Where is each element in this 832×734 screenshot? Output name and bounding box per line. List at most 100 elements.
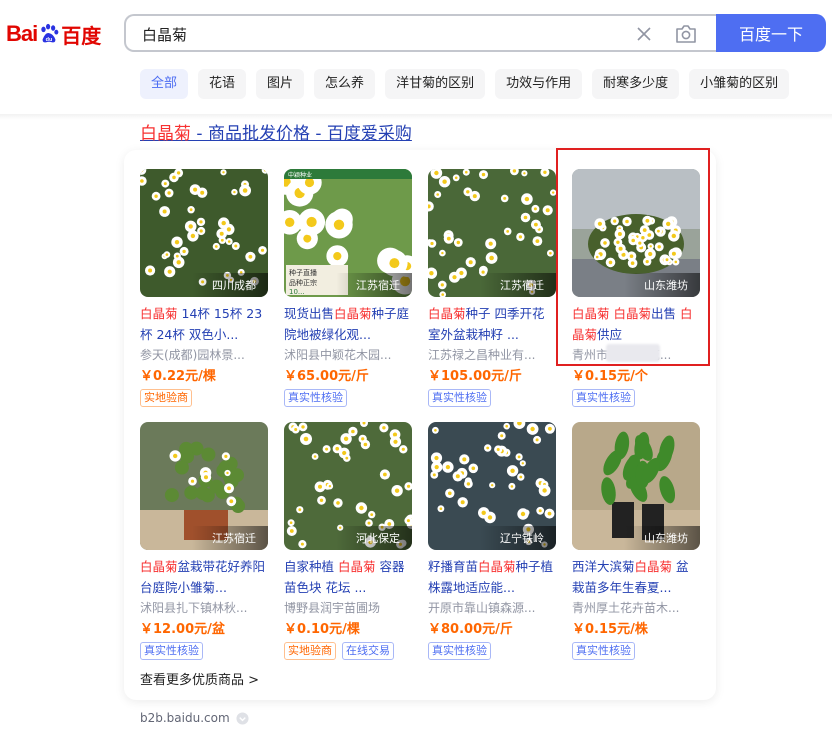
product-shop[interactable]: 博野县润宇苗圃场 — [284, 598, 412, 619]
product-name-text: 西洋大滨菊 — [572, 559, 635, 574]
product-price: ￥12.00元/盆 — [140, 622, 225, 637]
product-price: ￥65.00元/斤 — [284, 369, 369, 384]
search-input[interactable] — [140, 24, 624, 44]
svg-text:du: du — [46, 37, 53, 43]
product-image[interactable]: 山东潍坊 — [572, 422, 700, 550]
product-tags: 实地验商 — [140, 389, 268, 407]
tab-4[interactable]: 洋甘菊的区别 — [385, 69, 486, 99]
product-name-link[interactable]: 白晶菊 14杯 15杯 23杯 24杯 双色小... — [140, 303, 268, 345]
product-card[interactable]: 山东潍坊西洋大滨菊白晶菊 盆栽苗多年生春夏... 青州厚土花卉苗木... ￥0.15… — [572, 422, 700, 660]
keyword-highlight: 白晶菊 — [337, 559, 376, 574]
result-title-link[interactable]: 白晶菊 - 商品批发价格 - 百度爱采购 — [140, 119, 412, 144]
camera-icon[interactable] — [674, 23, 698, 45]
product-tags: 实地验商 在线交易 — [284, 642, 412, 660]
product-card[interactable]: 辽宁铁岭籽播育苗白晶菊种子植株露地适应能... 开原市靠山镇森源... ￥80.00… — [428, 422, 556, 660]
product-name-link[interactable]: 籽播育苗白晶菊种子植株露地适应能... — [428, 556, 556, 598]
clear-icon[interactable] — [634, 24, 654, 44]
product-image[interactable]: 中颖种业种子直播 品种正宗 10... 江苏宿迁 — [284, 169, 412, 297]
svg-text:种子直播: 种子直播 — [289, 268, 317, 277]
product-tags: 真实性核验 — [572, 389, 700, 407]
search-tabs: 全部 花语 图片 怎么养 洋甘菊的区别 功效与作用 耐寒多少度 小雏菊的区别 — [140, 69, 790, 99]
product-tags: 真实性核验 — [284, 389, 412, 407]
product-name-link[interactable]: 白晶菊种子 四季开花室外盆栽种籽 ... — [428, 303, 556, 345]
product-card[interactable]: 中颖种业种子直播 品种正宗 10... 江苏宿迁现货出售白晶菊种子庭院地被绿化观...… — [284, 169, 412, 407]
logo-text-baidu: 百度 — [61, 23, 102, 48]
keyword-highlight: 白晶菊 — [334, 306, 372, 321]
product-location: 河北保定 — [336, 526, 412, 550]
product-price: ￥0.22元/棵 — [140, 369, 216, 384]
product-shop[interactable]: 江苏禄之昌种业有... — [428, 345, 556, 366]
paw-icon: du — [41, 23, 59, 43]
product-shop[interactable]: 青州厚土花卉苗木... — [572, 598, 700, 619]
product-image[interactable]: 江苏宿迁 — [140, 422, 268, 550]
keyword-highlight: 白晶菊 — [428, 306, 466, 321]
verification-badge: 真实性核验 — [572, 389, 635, 407]
tab-6[interactable]: 耐寒多少度 — [592, 69, 680, 99]
source-domain: b2b.baidu.com — [140, 711, 230, 725]
tab-3[interactable]: 怎么养 — [314, 69, 376, 99]
tab-2[interactable]: 图片 — [256, 69, 305, 99]
logo-text-bai: Bai — [6, 21, 38, 46]
product-card[interactable]: 江苏宿迁白晶菊盆栽带花好养阳台庭院小雏菊... 沭阳县扎下镇林秋... ￥12.00… — [140, 422, 268, 660]
product-location: 江苏宿迁 — [192, 526, 268, 550]
tab-1[interactable]: 花语 — [198, 69, 247, 99]
product-location: 江苏宿迁 — [480, 273, 556, 297]
product-shop[interactable]: 沭阳县扎下镇林秋... — [140, 598, 268, 619]
svg-text:10...: 10... — [289, 288, 305, 296]
product-price: ￥0.15元/株 — [572, 622, 648, 637]
redacted-text — [606, 344, 660, 362]
search-box — [124, 14, 716, 52]
baidu-logo[interactable]: Bai du 百度 — [6, 16, 110, 52]
verification-badge: 真实性核验 — [284, 389, 347, 407]
product-location: 江苏宿迁 — [336, 273, 412, 297]
view-more-products-link[interactable]: 查看更多优质商品 > — [140, 669, 259, 688]
product-tags: 真实性核验 — [428, 389, 556, 407]
product-image[interactable]: 辽宁铁岭 — [428, 422, 556, 550]
product-name-text: 现货出售 — [284, 306, 335, 321]
keyword-highlight: 白晶菊 — [634, 559, 673, 574]
product-card[interactable]: 江苏宿迁 白晶菊种子 四季开花室外盆栽种籽 ... 江苏禄之昌种业有... ￥105.… — [428, 169, 556, 407]
product-shop[interactable]: 沭阳县中颖花木园... — [284, 345, 412, 366]
verification-badge: 真实性核验 — [140, 642, 203, 660]
verification-badge: 真实性核验 — [428, 642, 491, 660]
product-price: ￥80.00元/斤 — [428, 622, 513, 637]
header-divider — [0, 114, 832, 120]
tab-7[interactable]: 小雏菊的区别 — [689, 69, 790, 99]
svg-text:中颖种业: 中颖种业 — [288, 171, 312, 179]
product-card[interactable]: 四川成都白晶菊 14杯 15杯 23杯 24杯 双色小... 参天(成都)园林景.… — [140, 169, 268, 407]
product-location: 山东潍坊 — [624, 526, 700, 550]
shield-icon — [236, 711, 249, 725]
product-shop[interactable]: 开原市靠山镇森源... — [428, 598, 556, 619]
product-image[interactable]: 河北保定 — [284, 422, 412, 550]
verification-badge: 真实性核验 — [572, 642, 635, 660]
verification-badge: 在线交易 — [342, 642, 394, 660]
keyword-highlight: 白晶菊 — [140, 306, 178, 321]
product-image[interactable]: 四川成都 — [140, 169, 268, 297]
product-price: ￥0.10元/棵 — [284, 622, 360, 637]
verification-badge: 真实性核验 — [428, 389, 491, 407]
product-location: 辽宁铁岭 — [480, 526, 556, 550]
result-title-text: - 商品批发价格 - 百度爱采购 — [191, 124, 412, 144]
keyword-highlight: 白晶菊 — [478, 559, 516, 574]
search-button[interactable]: 百度一下 — [716, 14, 826, 52]
result-title-highlight: 白晶菊 — [140, 124, 191, 144]
product-tags: 真实性核验 — [428, 642, 556, 660]
product-name-link[interactable]: 白晶菊盆栽带花好养阳台庭院小雏菊... — [140, 556, 268, 598]
product-name-link[interactable]: 自家种植 白晶菊 容器苗色块 花坛 ... — [284, 556, 412, 598]
tab-0[interactable]: 全部 — [140, 69, 189, 99]
product-tags: 真实性核验 — [140, 642, 268, 660]
keyword-highlight: 白晶菊 — [140, 559, 178, 574]
product-image[interactable]: 江苏宿迁 — [428, 169, 556, 297]
product-name-text: 籽播育苗 — [428, 559, 479, 574]
product-card[interactable]: 河北保定自家种植 白晶菊 容器苗色块 花坛 ... 博野县润宇苗圃场 ￥0.10元/… — [284, 422, 412, 660]
verification-badge: 实地验商 — [140, 389, 192, 407]
product-name-link[interactable]: 西洋大滨菊白晶菊 盆栽苗多年生春夏... — [572, 556, 700, 598]
source-url[interactable]: b2b.baidu.com — [140, 711, 249, 725]
tab-5[interactable]: 功效与作用 — [495, 69, 583, 99]
product-name-text: 自家种植 — [284, 559, 338, 574]
highlight-annotation-box — [556, 148, 710, 366]
product-shop[interactable]: 参天(成都)园林景... — [140, 345, 268, 366]
product-name-link[interactable]: 现货出售白晶菊种子庭院地被绿化观... — [284, 303, 412, 345]
product-tags: 真实性核验 — [572, 642, 700, 660]
svg-text:品种正宗: 品种正宗 — [289, 278, 317, 287]
